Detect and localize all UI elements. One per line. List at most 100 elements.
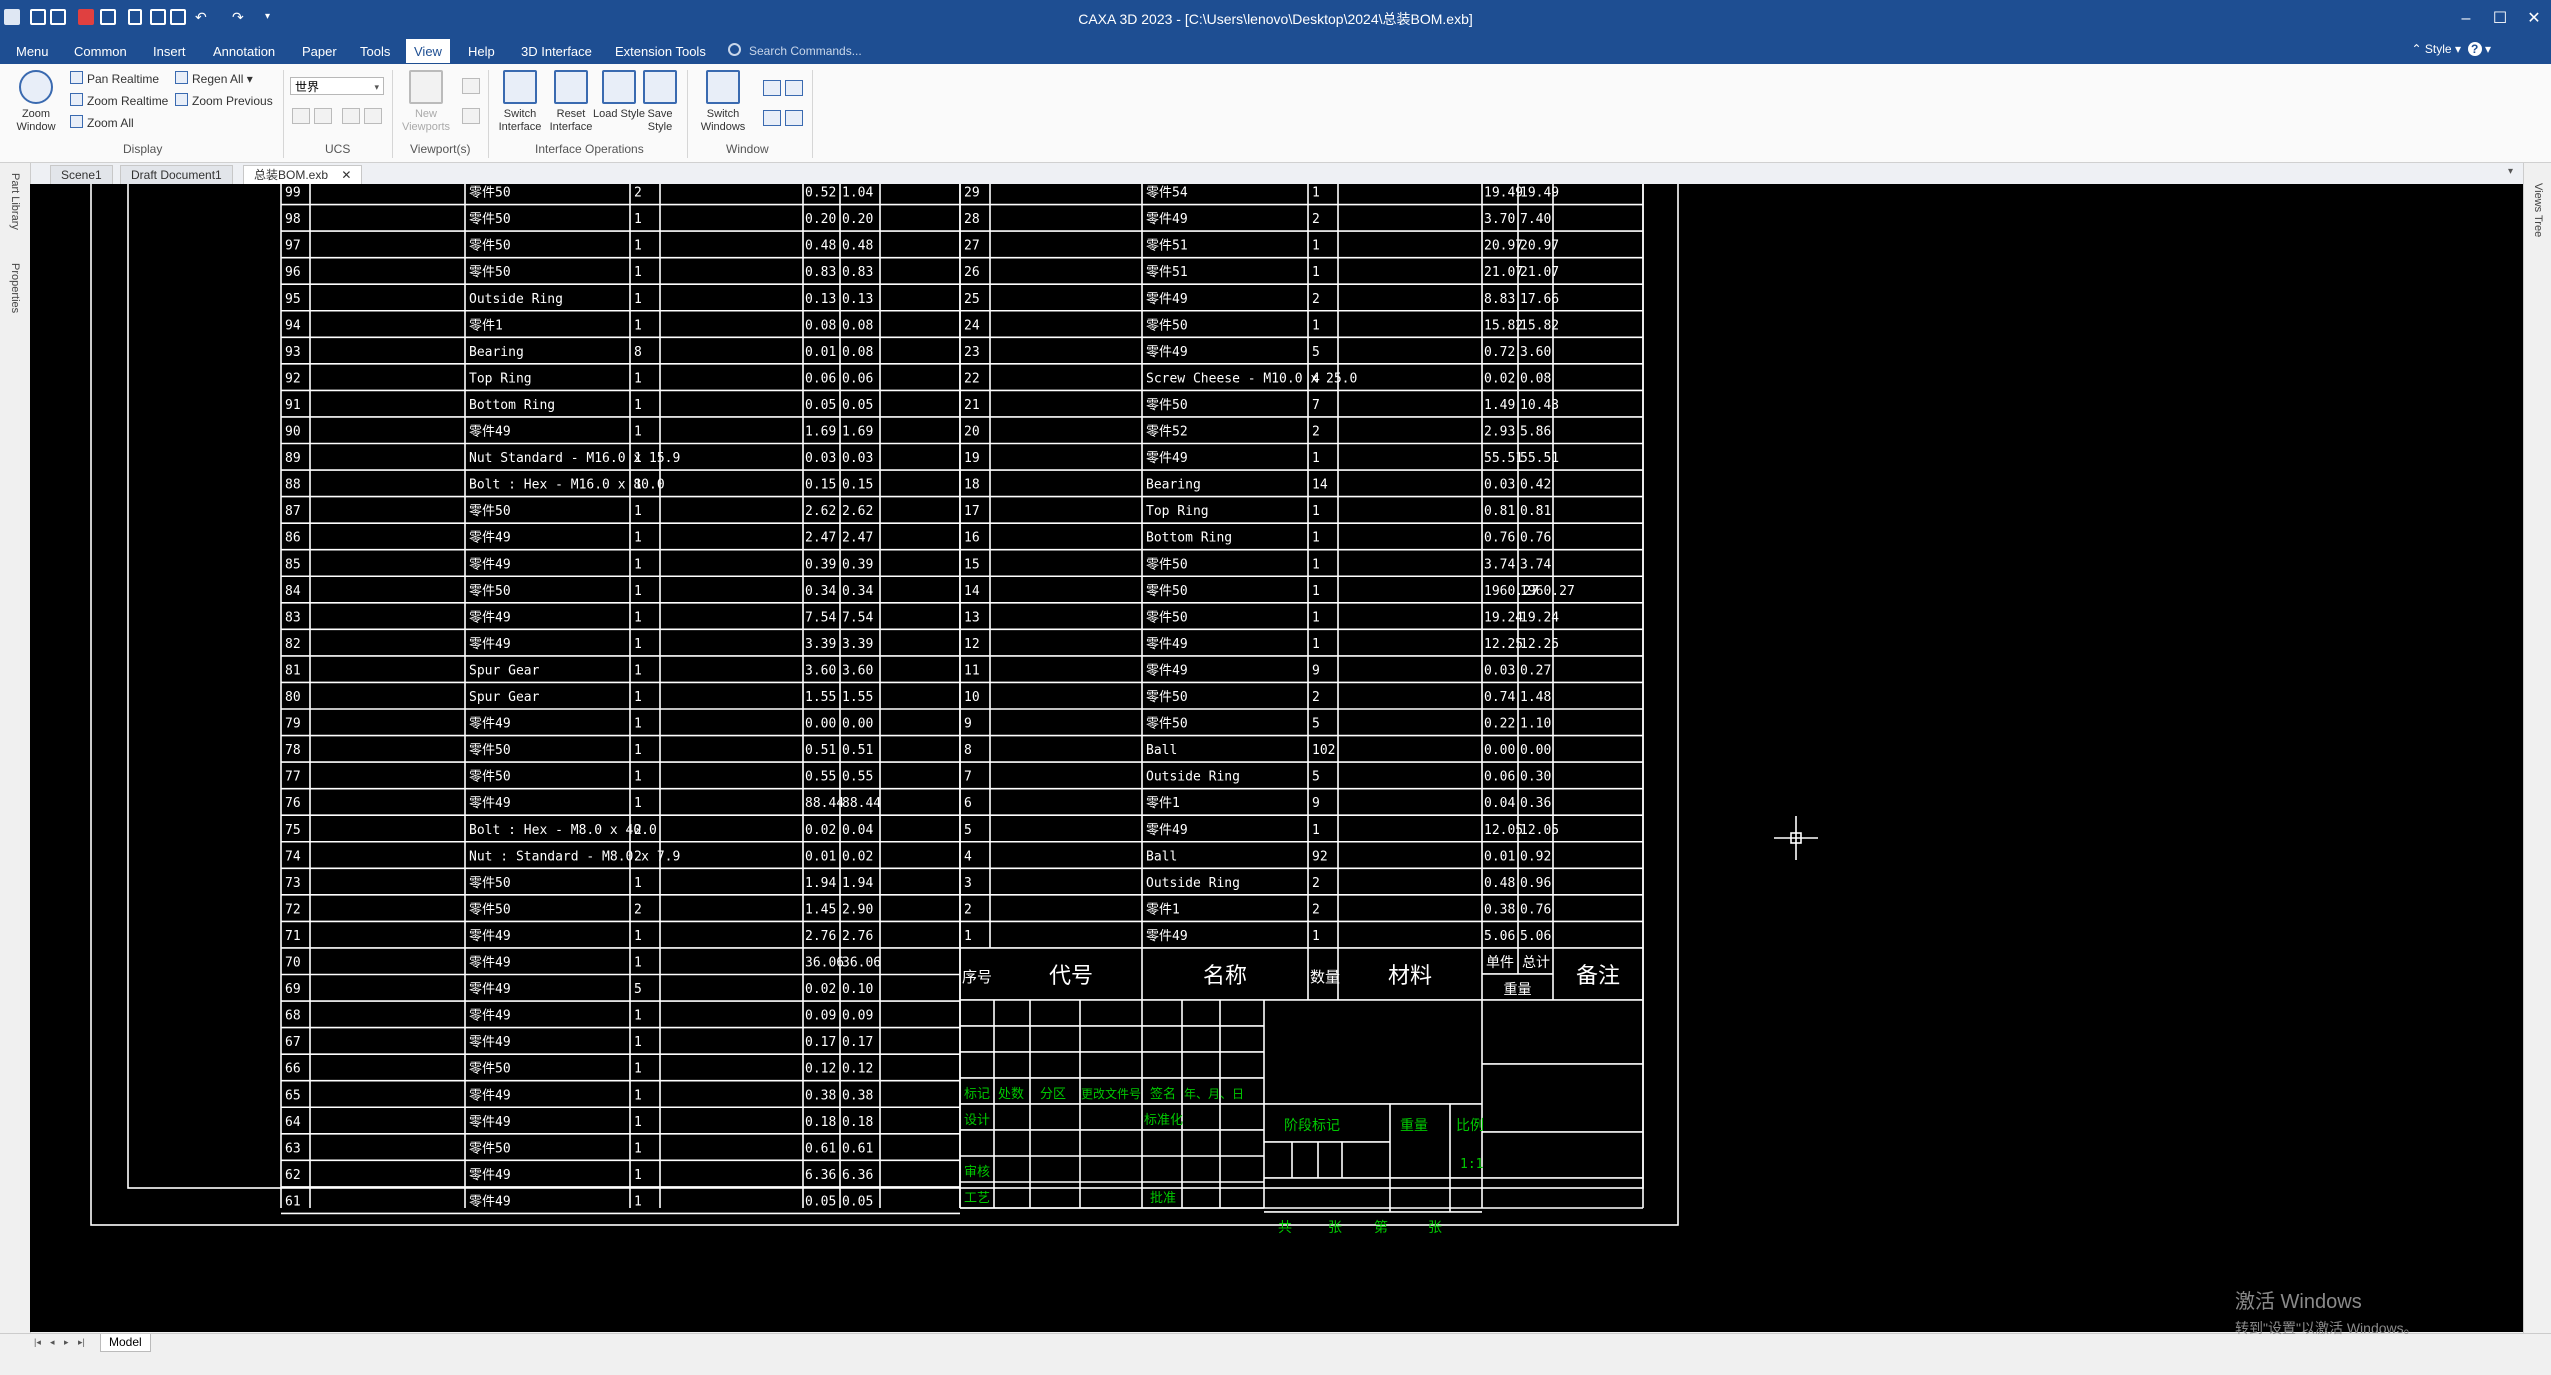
- cell-seq: 3: [964, 876, 972, 891]
- display-group-label: Display: [123, 142, 163, 156]
- tab-draft-document1[interactable]: Draft Document1: [120, 165, 233, 184]
- ucs-select[interactable]: 世界 ▾: [290, 77, 384, 95]
- cascade-icon[interactable]: [763, 110, 781, 126]
- zoom-realtime-button[interactable]: Zoom Realtime: [70, 92, 168, 110]
- tab-scene1[interactable]: Scene1: [50, 165, 113, 184]
- cell-total-weight: 3.74: [1520, 557, 1551, 572]
- menu-help[interactable]: Help: [462, 42, 501, 61]
- menu-insert[interactable]: Insert: [147, 42, 192, 61]
- switch-interface-button[interactable]: Switch Interface: [494, 70, 546, 134]
- search-commands[interactable]: Search Commands...: [728, 42, 948, 60]
- switch-windows-button[interactable]: Switch Windows: [697, 70, 749, 134]
- cell-seq: 96: [285, 265, 301, 280]
- cell-qty: 1: [1312, 929, 1320, 944]
- viewport-tool-icon[interactable]: [462, 78, 480, 94]
- cell-total-weight: 0.05: [842, 398, 873, 413]
- cell-total-weight: 0.76: [1520, 902, 1551, 917]
- close-tab-icon[interactable]: ✕: [341, 168, 351, 182]
- cell-seq: 18: [964, 478, 980, 493]
- cell-qty: 1: [1312, 610, 1320, 625]
- drawing-canvas[interactable]: 99 零件50 2 0.52 1.04 98 零件50 1 0.20 0.20 97 零件50 1 0.4…: [30, 184, 2523, 1332]
- cell-unit-weight: 0.20: [805, 212, 836, 227]
- drawing-outer-frame: [90, 184, 1679, 1226]
- tile-vertical-icon[interactable]: [785, 80, 803, 96]
- cell-total-weight: 0.36: [1520, 796, 1551, 811]
- tab-bom-file[interactable]: 总装BOM.exb ✕: [243, 165, 363, 184]
- cell-name: Bottom Ring: [1146, 531, 1232, 546]
- cell-total-weight: 0.34: [842, 584, 873, 599]
- cell-seq: 22: [964, 371, 980, 386]
- cell-name: 零件50: [469, 212, 511, 227]
- cell-seq: 4: [964, 849, 972, 864]
- nav-last-icon[interactable]: ▸|: [78, 1337, 85, 1348]
- properties-tab[interactable]: Properties: [9, 263, 21, 313]
- cell-qty: 1: [634, 265, 642, 280]
- tb-design: 设计: [964, 1113, 990, 1128]
- cell-qty: 1: [634, 292, 642, 307]
- cell-qty: 2: [634, 823, 642, 838]
- cell-seq: 95: [285, 292, 301, 307]
- viewport-tool-icon[interactable]: [462, 108, 480, 124]
- tile-horizontal-icon[interactable]: [763, 80, 781, 96]
- model-tab[interactable]: Model: [100, 1334, 151, 1352]
- tb-zone: 分区: [1040, 1087, 1066, 1102]
- tab-list-chevron-icon[interactable]: ▾: [2508, 166, 2513, 177]
- ucs-tool-icon[interactable]: [314, 108, 332, 124]
- cell-total-weight: 0.81: [1520, 504, 1551, 519]
- menu-paper[interactable]: Paper: [296, 42, 343, 61]
- style-control[interactable]: ⌃ Style ▾ ? ▾: [2412, 42, 2491, 56]
- menu-menu[interactable]: Menu: [10, 42, 55, 61]
- header-weight: 重量: [1504, 982, 1532, 998]
- cell-qty: 2: [634, 186, 642, 201]
- cell-total-weight: 5.86: [1520, 425, 1551, 440]
- regen-all-button[interactable]: Regen All ▾: [175, 70, 253, 88]
- cell-unit-weight: 0.22: [1484, 717, 1515, 732]
- cell-qty: 1: [634, 425, 642, 440]
- window-group-label: Window: [726, 142, 769, 156]
- menu-common[interactable]: Common: [68, 42, 133, 61]
- new-viewports-button[interactable]: New Viewports: [400, 70, 452, 134]
- cell-qty: 1: [634, 743, 642, 758]
- cell-unit-weight: 1.49: [1484, 398, 1515, 413]
- cell-name: 零件49: [1146, 929, 1188, 944]
- zoom-previous-icon: [175, 93, 188, 106]
- views-tree-tab[interactable]: Views Tree: [2532, 183, 2544, 237]
- part-library-tab[interactable]: Part Library: [9, 173, 21, 230]
- cell-qty: 1: [634, 1035, 642, 1050]
- cell-seq: 73: [285, 876, 301, 891]
- arrange-icon[interactable]: [785, 110, 803, 126]
- windows-activation-watermark: 激活 Windows 转到"设置"以激活 Windows。: [2235, 1285, 2418, 1338]
- zoom-window-button[interactable]: Zoom Window: [10, 70, 62, 134]
- cell-qty: 1: [1312, 637, 1320, 652]
- zoom-previous-button[interactable]: Zoom Previous: [175, 92, 273, 110]
- menu-annotation[interactable]: Annotation: [207, 42, 281, 61]
- cell-unit-weight: 0.06: [805, 371, 836, 386]
- cell-seq: 62: [285, 1168, 301, 1183]
- cell-name: 零件54: [1146, 186, 1188, 201]
- cell-total-weight: 0.00: [1520, 743, 1551, 758]
- ucs-tool-icon[interactable]: [342, 108, 360, 124]
- cell-unit-weight: 0.05: [805, 1194, 836, 1209]
- cell-name: 零件49: [469, 717, 511, 732]
- reset-interface-button[interactable]: Reset Interface: [545, 70, 597, 134]
- nav-first-icon[interactable]: |◂: [34, 1337, 41, 1348]
- menu-3d-interface[interactable]: 3D Interface: [515, 42, 598, 61]
- zoom-all-button[interactable]: Zoom All: [70, 114, 134, 132]
- nav-next-icon[interactable]: ▸: [64, 1337, 69, 1348]
- ucs-tool-icon[interactable]: [292, 108, 310, 124]
- reset-interface-label: Reset Interface: [549, 108, 593, 133]
- close-button[interactable]: ✕: [2514, 6, 2551, 32]
- help-icon[interactable]: ?: [2467, 42, 2482, 56]
- zoom-all-label: Zoom All: [87, 116, 134, 130]
- tb-total: 共: [1278, 1220, 1292, 1236]
- ucs-tool-icon[interactable]: [364, 108, 382, 124]
- cell-name: Outside Ring: [1146, 770, 1240, 785]
- cell-seq: 66: [285, 1062, 301, 1077]
- tb-count: 处数: [998, 1087, 1024, 1102]
- save-style-button[interactable]: Save Style: [634, 70, 686, 134]
- pan-realtime-button[interactable]: Pan Realtime: [70, 70, 159, 88]
- nav-prev-icon[interactable]: ◂: [50, 1337, 55, 1348]
- menu-view[interactable]: View: [406, 39, 450, 63]
- menu-extension-tools[interactable]: Extension Tools: [609, 42, 712, 61]
- menu-tools[interactable]: Tools: [354, 42, 396, 61]
